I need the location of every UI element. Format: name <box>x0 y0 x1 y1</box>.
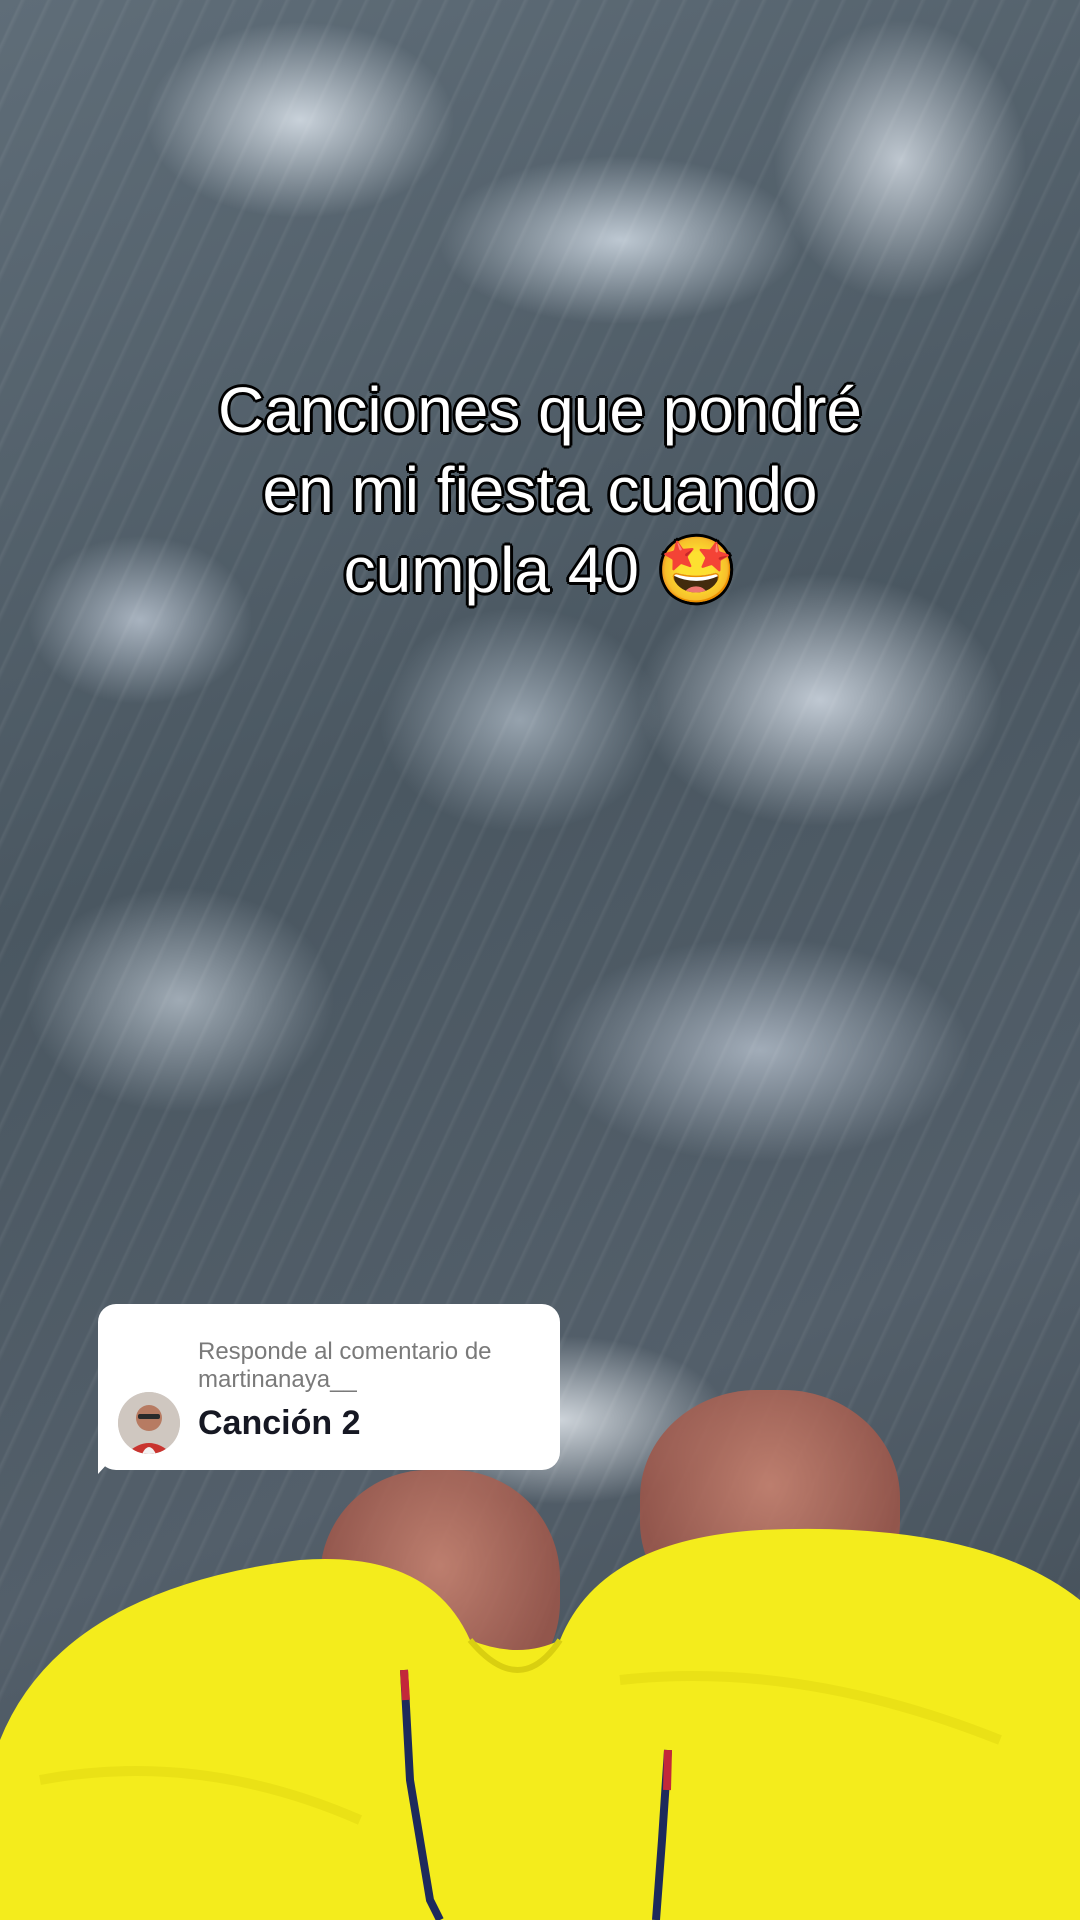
reply-comment-text: Canción 2 <box>198 1404 361 1442</box>
reply-comment-card[interactable]: Responde al comentario de martinanaya__ … <box>98 1304 560 1470</box>
reply-label: Responde al comentario de <box>198 1338 492 1365</box>
video-player[interactable]: Canciones que pondré en mi fiesta cuando… <box>0 0 1080 1920</box>
caption-line: Canciones que pondré <box>217 374 863 446</box>
caption-line: en mi fiesta cuando <box>262 454 818 526</box>
avatar <box>118 1392 180 1454</box>
video-caption: Canciones que pondré en mi fiesta cuando… <box>90 370 990 610</box>
caption-line: cumpla 40 🤩 <box>343 534 737 606</box>
reply-meta: Responde al comentario de martinanaya__ <box>198 1338 548 1394</box>
reply-username: martinanaya__ <box>198 1366 357 1393</box>
yellow-shorts-image <box>0 1528 1080 1920</box>
